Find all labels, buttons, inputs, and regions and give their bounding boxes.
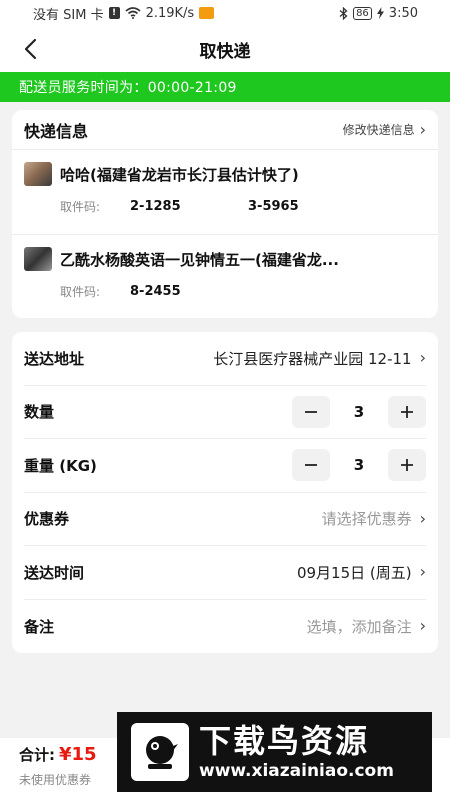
pickup-codes: 取件码: 2-1285 3-5965 (24, 198, 426, 215)
delivery-time-select[interactable]: 09月15日 (周五) › (297, 562, 426, 583)
package-item[interactable]: 乙酰水杨酸英语一见钟情五一(福建省龙... 取件码: 8-2455 (12, 234, 438, 318)
weight-increase-button[interactable] (388, 449, 426, 482)
package-item[interactable]: 哈哈(福建省龙岩市长汀县估计快了) 取件码: 2-1285 3-5965 (12, 150, 438, 234)
battery-icon: 86 (353, 6, 372, 20)
quantity-decrease-button[interactable] (292, 395, 330, 428)
address-label: 送达地址 (24, 349, 85, 368)
address-text: 长汀县医疗器械产业园 12-11 (213, 349, 412, 368)
avatar (24, 247, 52, 271)
bird-logo-icon (131, 723, 189, 781)
note-input[interactable]: 选填，添加备注 › (307, 616, 426, 637)
clock: 3:50 (388, 5, 418, 21)
edit-express-info-label: 修改快递信息 (342, 123, 415, 137)
package-header: 乙酰水杨酸英语一见钟情五一(福建省龙... (24, 247, 426, 271)
pickup-code-label: 取件码: (60, 285, 101, 299)
package-name: 乙酰水杨酸英语一见钟情五一(福建省龙... (60, 250, 339, 269)
back-button[interactable] (16, 35, 44, 63)
pickup-code: 2-1285 (130, 199, 181, 214)
status-bar: 没有 SIM 卡 ! 2.19K/s 86 3:50 (0, 0, 450, 26)
express-info-header: 快递信息 修改快递信息 › (12, 110, 438, 150)
edit-express-info-link[interactable]: 修改快递信息 › (343, 121, 426, 138)
chevron-right-icon: › (419, 562, 426, 582)
network-speed: 2.19K/s (145, 5, 195, 21)
quantity-label: 数量 (24, 403, 55, 422)
weight-decrease-button[interactable] (292, 449, 330, 482)
note-row[interactable]: 备注 选填，添加备注 › (24, 600, 426, 654)
coupon-select[interactable]: 请选择优惠券 › (322, 508, 426, 529)
watermark-title: 下载鸟资源 (199, 722, 370, 760)
watermark-overlay: 下载鸟资源 www.xiazainiao.com (117, 712, 432, 792)
coupon-placeholder: 请选择优惠券 (321, 510, 412, 529)
delivery-time-row[interactable]: 送达时间 09月15日 (周五) › (24, 546, 426, 600)
weight-row: 重量 (KG) 3 (24, 439, 426, 493)
bluetooth-icon (339, 6, 348, 20)
chevron-right-icon: › (419, 119, 426, 139)
chevron-right-icon: › (419, 508, 426, 528)
quantity-increase-button[interactable] (388, 395, 426, 428)
avatar (24, 162, 52, 186)
quantity-stepper: 3 (292, 395, 426, 428)
order-form-card: 送达地址 长汀县医疗器械产业园 12-11 › 数量 3 重量 (KG) 3 优… (12, 332, 438, 653)
notification-app-icon (199, 7, 215, 19)
coupon-label: 优惠券 (24, 510, 70, 529)
watermark-text: 下载鸟资源 www.xiazainiao.com (199, 722, 394, 782)
status-right: 86 3:50 (339, 6, 418, 21)
pickup-code-label: 取件码: (60, 200, 101, 214)
quantity-value[interactable]: 3 (330, 403, 388, 421)
coupon-row[interactable]: 优惠券 请选择优惠券 › (24, 493, 426, 546)
back-arrow-icon (24, 38, 37, 60)
status-left: 没有 SIM 卡 ! 2.19K/s (33, 4, 215, 23)
express-info-card: 快递信息 修改快递信息 › 哈哈(福建省龙岩市长汀县估计快了) 取件码: 2-1… (12, 110, 438, 318)
delivery-time-value: 09月15日 (周五) (296, 563, 412, 582)
charging-icon (376, 7, 384, 19)
page-title: 取快递 (199, 41, 251, 62)
pickup-code: 8-2455 (130, 284, 181, 299)
express-info-title: 快递信息 (24, 121, 89, 141)
carrier-text: 没有 SIM 卡 (33, 7, 104, 23)
sim-alert-icon: ! (108, 7, 120, 19)
delivery-time-label: 送达时间 (24, 563, 85, 582)
chevron-right-icon: › (419, 616, 426, 636)
total-amount: ¥15 (59, 744, 97, 765)
quantity-row: 数量 3 (24, 386, 426, 439)
weight-label: 重量 (KG) (24, 456, 97, 475)
address-value[interactable]: 长汀县医疗器械产业园 12-11 › (213, 348, 426, 369)
package-name: 哈哈(福建省龙岩市长汀县估计快了) (60, 165, 299, 184)
wifi-icon (125, 7, 141, 19)
service-hours-banner: 配送员服务时间为：00:00-21:09 (0, 72, 450, 102)
watermark-url: www.xiazainiao.com (199, 761, 394, 781)
plus-icon (401, 405, 413, 418)
minus-icon (305, 410, 317, 413)
pickup-codes: 取件码: 8-2455 (24, 283, 426, 300)
note-placeholder: 选填，添加备注 (306, 617, 412, 636)
total-label: 合计: (19, 746, 55, 764)
address-row[interactable]: 送达地址 长汀县医疗器械产业园 12-11 › (24, 332, 426, 386)
note-label: 备注 (24, 617, 55, 636)
weight-value[interactable]: 3 (330, 456, 388, 474)
nav-bar: 取快递 (0, 26, 450, 72)
minus-icon (305, 464, 317, 467)
package-header: 哈哈(福建省龙岩市长汀县估计快了) (24, 162, 426, 186)
pickup-code: 3-5965 (248, 199, 299, 214)
plus-icon (401, 459, 413, 472)
bird-icon (146, 736, 178, 769)
chevron-right-icon: › (419, 348, 426, 368)
weight-stepper: 3 (292, 449, 426, 482)
